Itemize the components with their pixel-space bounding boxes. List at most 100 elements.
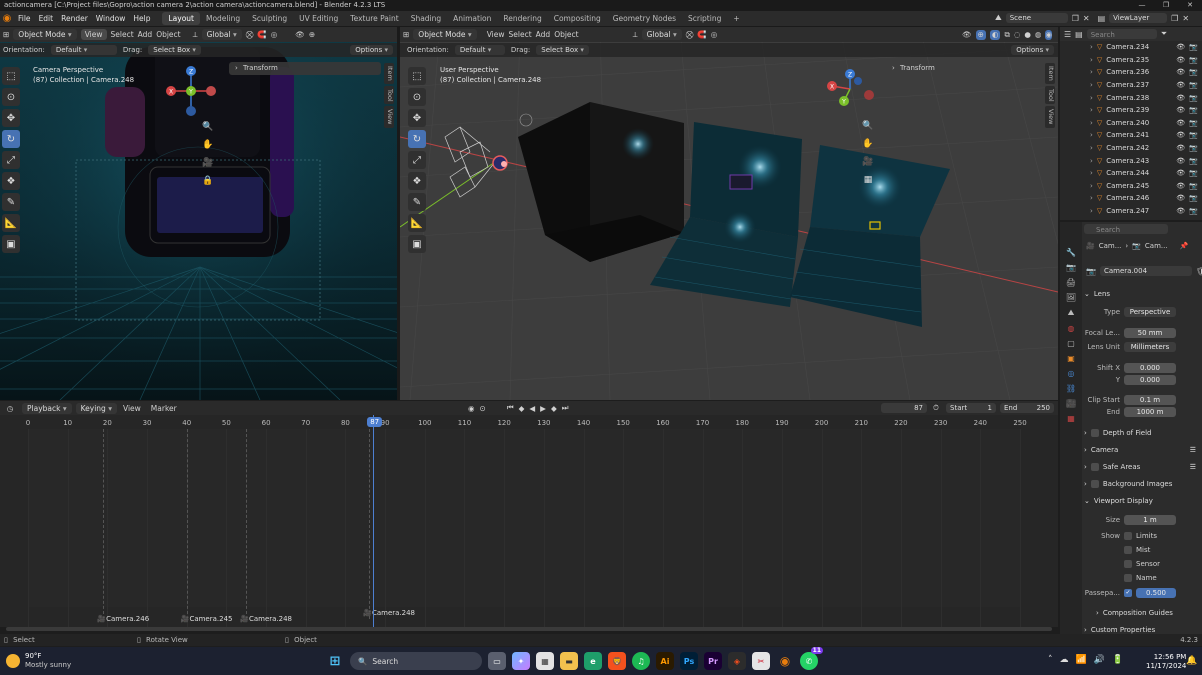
passepartout-field[interactable]: 0.500 [1136, 588, 1176, 598]
eye-icon[interactable]: 👁 [1176, 194, 1185, 202]
visibility-icon[interactable]: 👁 [295, 30, 305, 39]
editor-type-icon[interactable]: ⊞ [403, 30, 409, 39]
size-field[interactable]: 1 m [1124, 515, 1176, 525]
camera-render-icon[interactable]: 📷 [1189, 157, 1198, 165]
tool-tab-icon[interactable]: 🔧 [1066, 248, 1076, 257]
proportional-icon[interactable]: ◎ [711, 30, 718, 39]
tab-uv-editing[interactable]: UV Editing [293, 12, 344, 25]
annotate-tool-icon[interactable]: ✎ [2, 193, 20, 211]
custom-properties-header[interactable]: › Custom Properties [1084, 623, 1200, 637]
right-menu-object[interactable]: Object [554, 30, 578, 39]
zoom-icon[interactable]: 🔍 [861, 119, 875, 133]
start-frame-field[interactable]: Start 1 [946, 403, 996, 413]
lens-unit-dropdown[interactable]: Millimeters [1124, 342, 1176, 352]
outliner-row[interactable]: › ▽ Camera.237 👁 📷 [1090, 79, 1202, 92]
camera-render-icon[interactable]: 📷 [1189, 131, 1198, 139]
left-menu-select[interactable]: Select [111, 30, 134, 39]
windows-start-icon[interactable]: ⊞ [326, 652, 344, 670]
eye-icon[interactable]: 👁 [1176, 106, 1185, 114]
perspective-grid-icon[interactable]: ▦ [861, 173, 875, 187]
file-explorer-icon[interactable]: ▬ [560, 652, 578, 670]
dof-panel-header[interactable]: › Depth of Field [1084, 426, 1200, 440]
tab-scripting[interactable]: Scripting [682, 12, 727, 25]
expand-chevron-icon[interactable]: › [1090, 68, 1093, 76]
tab-texture-paint[interactable]: Texture Paint [344, 12, 404, 25]
cursor-tool-icon[interactable]: ⊙ [408, 88, 426, 106]
timeline-marker[interactable]: 🎥Camera.245 [181, 615, 233, 623]
new-scene-icon[interactable]: ❐ [1072, 14, 1079, 23]
safe-areas-panel-header[interactable]: › Safe Areas ☰ [1084, 460, 1200, 474]
menu-file[interactable]: File [14, 14, 35, 23]
left-navigation-gizmo[interactable]: Z X Y [160, 64, 222, 118]
menu-window[interactable]: Window [92, 14, 130, 23]
blender-taskbar-icon[interactable]: ◉ [776, 652, 794, 670]
left-transform-panel[interactable]: › Transform [229, 62, 381, 75]
visibility-icon[interactable]: 👁 [962, 30, 972, 40]
tab-shading[interactable]: Shading [405, 12, 447, 25]
measure-tool-icon[interactable]: 📐 [2, 214, 20, 232]
safe-areas-checkbox[interactable] [1090, 463, 1099, 471]
outliner-row[interactable]: › ▽ Camera.239 👁 📷 [1090, 104, 1202, 117]
play-icon[interactable]: ▶ [540, 404, 546, 413]
clip-end-field[interactable]: 1000 m [1124, 407, 1176, 417]
left-menu-object[interactable]: Object [156, 30, 180, 39]
list-icon[interactable]: ☰ [1190, 463, 1196, 471]
focal-length-field[interactable]: 50 mm [1124, 328, 1176, 338]
gizmo-toggle-icon[interactable]: ⊕ [975, 29, 986, 40]
eye-icon[interactable]: 👁 [1176, 182, 1185, 190]
camera-render-icon[interactable]: 📷 [1189, 194, 1198, 202]
figma-icon[interactable]: ◈ [728, 652, 746, 670]
right-options-button[interactable]: Options [1011, 45, 1054, 55]
camera-render-icon[interactable]: 📷 [1189, 68, 1198, 76]
tab-modeling[interactable]: Modeling [200, 12, 246, 25]
transform-tool-icon[interactable]: ❖ [408, 172, 426, 190]
outliner-row[interactable]: › ▽ Camera.238 👁 📷 [1090, 91, 1202, 104]
right-navigation-gizmo[interactable]: Z X Y [822, 67, 882, 111]
outliner-row[interactable]: › ▽ Camera.243 👁 📷 [1090, 154, 1202, 167]
pivot-icon[interactable]: ⛒ [686, 30, 694, 40]
camera-render-icon[interactable]: 📷 [1189, 119, 1198, 127]
outliner-row[interactable]: › ▽ Camera.240 👁 📷 [1090, 117, 1202, 130]
lock-icon[interactable]: 🔒 [201, 174, 215, 188]
playback-menu[interactable]: Playback [22, 402, 72, 414]
world-tab-icon[interactable]: ◍ [1068, 324, 1075, 333]
render-tab-icon[interactable]: 📷 [1066, 263, 1076, 272]
right-menu-view[interactable]: View [487, 30, 505, 39]
dof-checkbox[interactable] [1090, 429, 1099, 437]
delete-scene-icon[interactable]: ✕ [1083, 14, 1090, 23]
weather-widget[interactable]: 90°F Mostly sunny [6, 652, 71, 670]
eye-icon[interactable]: 👁 [1176, 207, 1185, 215]
outliner-row[interactable]: › ▽ Camera.242 👁 📷 [1090, 142, 1202, 155]
maximize-button[interactable]: ❐ [1154, 0, 1178, 11]
camera-panel-header[interactable]: › Camera ☰ [1084, 443, 1200, 457]
left-viewport[interactable]: ⊞ Object Mode View Select Add Object ⟂ G… [0, 27, 397, 400]
camera-render-icon[interactable]: 📷 [1189, 81, 1198, 89]
tab-tool[interactable]: Tool [384, 85, 394, 105]
expand-chevron-icon[interactable]: › [1090, 131, 1093, 139]
store-icon[interactable]: ▦ [536, 652, 554, 670]
scene-tab-icon[interactable]: ⛰ [1068, 308, 1075, 318]
playhead-frame-badge[interactable]: 87 [367, 417, 383, 427]
mist-checkbox[interactable] [1124, 546, 1132, 554]
camera-render-icon[interactable]: 📷 [1189, 169, 1198, 177]
proportional-icon[interactable]: ◎ [271, 30, 278, 39]
physics-tab-icon[interactable]: ◎ [1068, 369, 1075, 378]
filter-icon[interactable]: ⏷ [1161, 29, 1167, 39]
expand-chevron-icon[interactable]: › [1090, 169, 1093, 177]
tab-animation[interactable]: Animation [447, 12, 497, 25]
eye-icon[interactable]: 👁 [1176, 157, 1185, 165]
left-options-button[interactable]: Options [350, 45, 393, 55]
view-layer-field[interactable]: ViewLayer [1109, 13, 1168, 23]
measure-tool-icon[interactable]: 📐 [408, 214, 426, 232]
tab-rendering[interactable]: Rendering [497, 12, 547, 25]
menu-help[interactable]: Help [129, 14, 154, 23]
eye-icon[interactable]: 👁 [1176, 119, 1185, 127]
viewport-display-panel-header[interactable]: ⌄ Viewport Display [1084, 494, 1200, 508]
preview-range-icon[interactable]: ⏱ [933, 403, 939, 413]
view-layer-icon[interactable]: ▤ [1098, 14, 1106, 23]
copilot-icon[interactable]: ✦ [512, 652, 530, 670]
outliner-row[interactable]: › ▽ Camera.235 👁 📷 [1090, 54, 1202, 67]
expand-chevron-icon[interactable]: › [1090, 144, 1093, 152]
timeline-view-menu[interactable]: View [123, 404, 141, 413]
timeline-marker[interactable]: 🎥Camera.246 [97, 615, 149, 623]
